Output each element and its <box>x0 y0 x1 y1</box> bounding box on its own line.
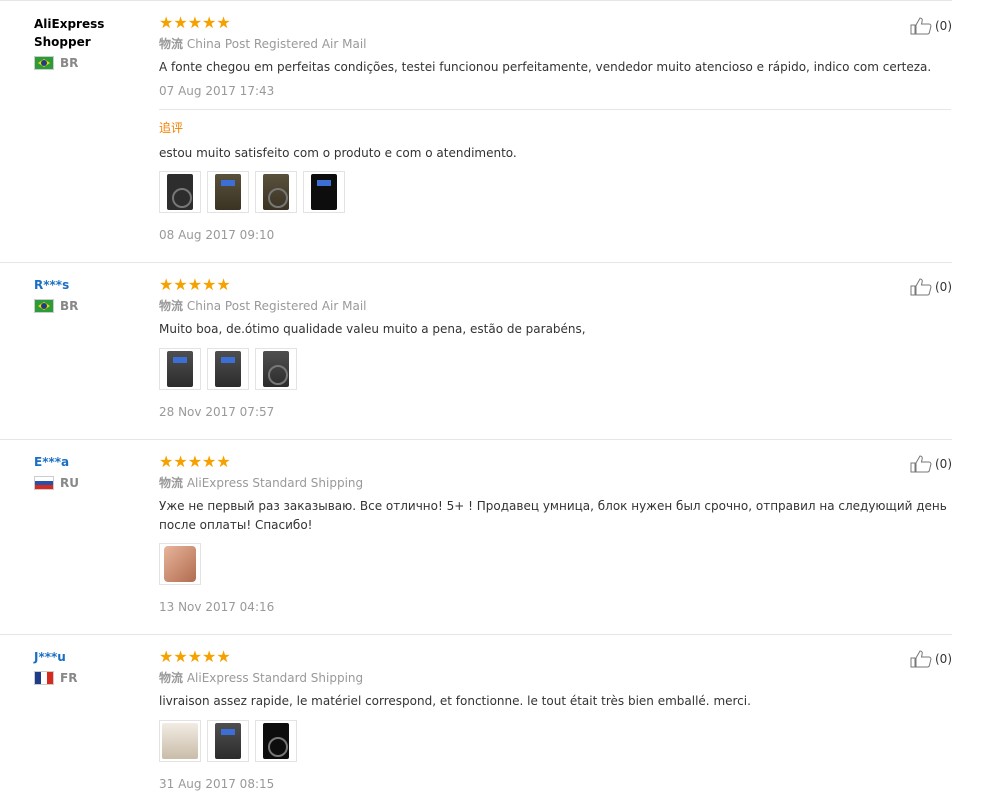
photo-thumbnail-icon <box>167 174 193 210</box>
thumbs-up-icon <box>910 455 932 473</box>
country-code: BR <box>60 299 79 313</box>
country-code: FR <box>60 671 78 685</box>
review-photo[interactable] <box>255 171 297 213</box>
reviewer-country: RU <box>34 476 144 490</box>
photo-thumbnail-icon <box>215 351 241 387</box>
followup-label: 追评 <box>159 121 184 135</box>
like-button[interactable]: (0) <box>910 278 952 296</box>
brazil-flag-icon <box>34 56 54 70</box>
like-count: (0) <box>935 19 952 33</box>
followup-text: estou muito satisfeito com o produto e c… <box>159 146 517 160</box>
photo-thumbnail-icon <box>215 174 241 210</box>
review-divider <box>0 634 952 635</box>
photo-thumbnail-icon <box>215 723 241 759</box>
review-photo[interactable] <box>207 720 249 762</box>
shipping-label: 物流 <box>159 37 184 51</box>
review-photo[interactable] <box>159 171 201 213</box>
review-text: A fonte chegou em perfeitas condições, t… <box>159 60 932 74</box>
like-button[interactable]: (0) <box>910 650 952 668</box>
like-count: (0) <box>935 652 952 666</box>
review-photos <box>159 348 949 390</box>
shipping-label: 物流 <box>159 671 184 685</box>
review-photos <box>159 720 949 762</box>
shipping-method: 物流 China Post Registered Air Mail <box>159 298 949 314</box>
shipping-method: 物流 AliExpress Standard Shipping <box>159 670 949 686</box>
review-text: Уже не первый раз заказываю. Все отлично… <box>159 499 947 532</box>
review-photo[interactable] <box>207 348 249 390</box>
thumbs-up-icon <box>910 650 932 668</box>
review-photo[interactable] <box>207 171 249 213</box>
review-photo[interactable] <box>159 720 201 762</box>
reviewer-info: AliExpress Shopper BR <box>34 15 144 70</box>
photo-thumbnail-icon <box>263 723 289 759</box>
star-rating: ★★★★★ <box>159 275 231 294</box>
reviewer-name: AliExpress Shopper <box>34 17 105 49</box>
review-content: ★★★★★ 物流 China Post Registered Air Mail … <box>159 13 951 243</box>
shipping-name: China Post Registered Air Mail <box>186 299 367 313</box>
reviewer-info: E***a RU <box>34 453 144 490</box>
review-text: livraison assez rapide, le matériel corr… <box>159 694 751 708</box>
photo-thumbnail-icon <box>263 174 289 210</box>
shipping-label: 物流 <box>159 476 184 490</box>
review-date: 13 Nov 2017 04:16 <box>159 600 275 614</box>
star-rating: ★★★★★ <box>159 13 231 32</box>
top-divider <box>0 0 952 1</box>
review-divider <box>0 439 952 440</box>
like-button[interactable]: (0) <box>910 17 952 35</box>
followup-divider <box>159 109 951 110</box>
photo-thumbnail-icon <box>164 546 196 582</box>
review-photo[interactable] <box>303 171 345 213</box>
review-divider <box>0 262 952 263</box>
review-content: ★★★★★ 物流 AliExpress Standard Shipping li… <box>159 648 949 792</box>
reviewer-country: BR <box>34 56 144 70</box>
shipping-label: 物流 <box>159 299 184 313</box>
shipping-name: AliExpress Standard Shipping <box>186 476 364 490</box>
review-photo[interactable] <box>159 348 201 390</box>
like-button[interactable]: (0) <box>910 455 952 473</box>
photo-thumbnail-icon <box>167 351 193 387</box>
russia-flag-icon <box>34 476 54 490</box>
shipping-name: China Post Registered Air Mail <box>186 37 367 51</box>
review-photo[interactable] <box>255 348 297 390</box>
photo-thumbnail-icon <box>311 174 337 210</box>
review-photo[interactable] <box>255 720 297 762</box>
shipping-method: 物流 AliExpress Standard Shipping <box>159 475 949 491</box>
review-content: ★★★★★ 物流 China Post Registered Air Mail … <box>159 276 949 420</box>
reviewer-info: J***u FR <box>34 648 144 685</box>
france-flag-icon <box>34 671 54 685</box>
reviewer-name[interactable]: R***s <box>34 276 144 294</box>
brazil-flag-icon <box>34 299 54 313</box>
country-code: BR <box>60 56 79 70</box>
thumbs-up-icon <box>910 17 932 35</box>
photo-thumbnail-icon <box>162 723 198 759</box>
review-photo[interactable] <box>159 543 201 585</box>
shipping-method: 物流 China Post Registered Air Mail <box>159 36 949 52</box>
reviewer-name[interactable]: J***u <box>34 648 144 666</box>
review-date: 28 Nov 2017 07:57 <box>159 405 275 419</box>
review-photos <box>159 171 949 213</box>
review-content: ★★★★★ 物流 AliExpress Standard Shipping Уж… <box>159 453 949 615</box>
country-code: RU <box>60 476 79 490</box>
reviewer-country: FR <box>34 671 144 685</box>
shipping-name: AliExpress Standard Shipping <box>186 671 364 685</box>
review-date: 07 Aug 2017 17:43 <box>159 84 275 98</box>
review-text: Muito boa, de.ótimo qualidade valeu muit… <box>159 322 586 336</box>
reviewer-country: BR <box>34 299 144 313</box>
reviewer-name[interactable]: E***a <box>34 453 144 471</box>
star-rating: ★★★★★ <box>159 452 231 471</box>
reviewer-info: R***s BR <box>34 276 144 313</box>
review-photos <box>159 543 949 585</box>
star-rating: ★★★★★ <box>159 647 231 666</box>
like-count: (0) <box>935 280 952 294</box>
review-date: 31 Aug 2017 08:15 <box>159 777 275 791</box>
like-count: (0) <box>935 457 952 471</box>
photo-thumbnail-icon <box>263 351 289 387</box>
thumbs-up-icon <box>910 278 932 296</box>
followup-date: 08 Aug 2017 09:10 <box>159 228 275 242</box>
